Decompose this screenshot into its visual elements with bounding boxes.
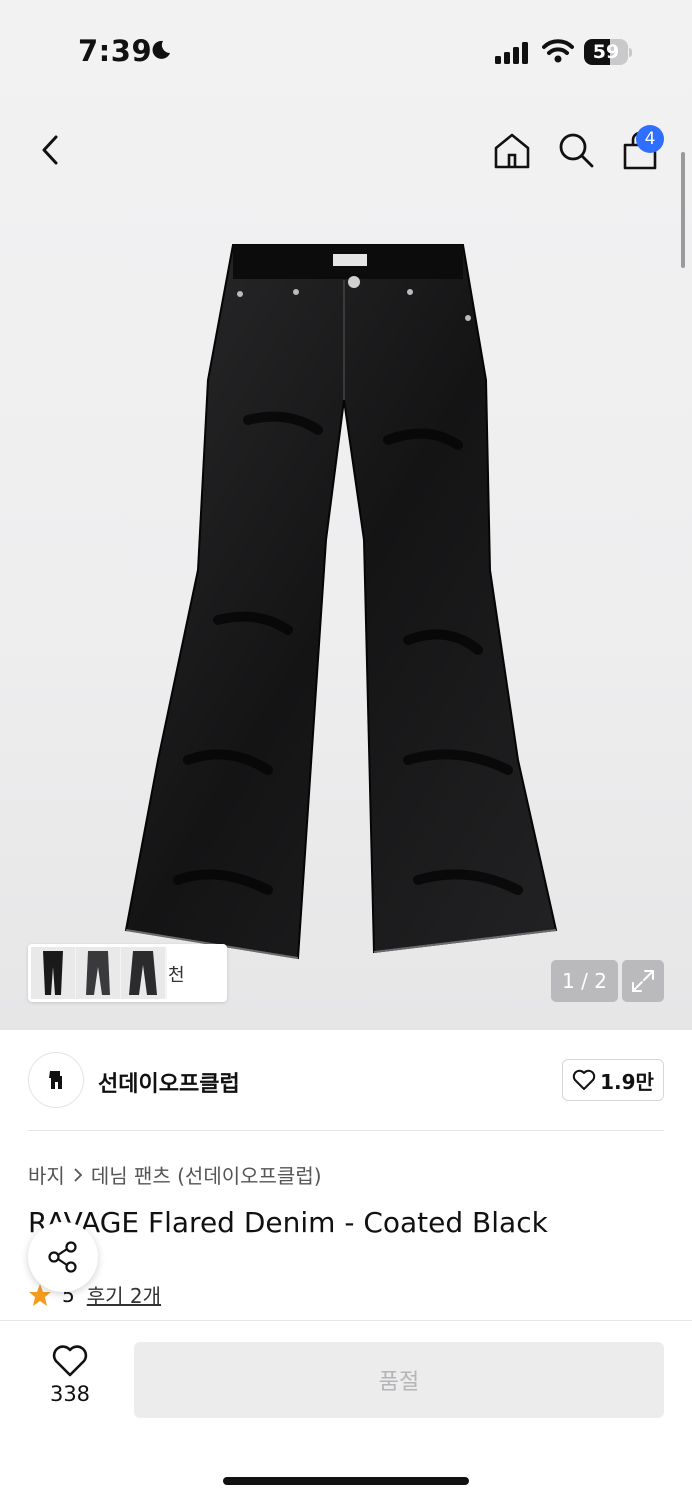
wishlist-button[interactable]: 338: [30, 1344, 110, 1416]
home-indicator: [223, 1477, 469, 1485]
heart-icon: [52, 1345, 88, 1377]
breadcrumb-item-subcategory[interactable]: 데님 팬츠 (선데이오프클럽): [91, 1160, 322, 1189]
share-icon: [48, 1241, 77, 1273]
similar-items-chip[interactable]: 천: [28, 944, 227, 1002]
signal-icon: [495, 42, 528, 64]
moon-icon: [152, 40, 170, 59]
scroll-indicator: [681, 152, 685, 268]
chevron-right-icon: [74, 1167, 83, 1182]
expand-image-button[interactable]: [622, 960, 664, 1002]
review-link[interactable]: 후기 2개: [87, 1280, 161, 1309]
breadcrumb-item-category[interactable]: 바지: [28, 1160, 65, 1189]
home-button[interactable]: [490, 128, 534, 172]
divider: [28, 1130, 664, 1131]
search-button[interactable]: [554, 128, 598, 172]
image-page-indicator: 1 / 2: [551, 960, 618, 1002]
similar-items-label: 천: [168, 965, 185, 986]
product-detail-screen: 7:39 59 4 천 1 / 2 선데이오프클럽 1.9만 바지 데님 팬츠 …: [0, 0, 692, 1500]
brand-logo[interactable]: [28, 1052, 84, 1108]
similar-thumbnail: [76, 947, 120, 999]
cart-count-badge: 4: [636, 125, 664, 153]
sold-out-button[interactable]: 품절: [134, 1342, 664, 1418]
similar-thumbnail: [121, 947, 165, 999]
brand-name[interactable]: 선데이오프클럽: [98, 1066, 240, 1098]
battery-icon: 59: [584, 39, 632, 65]
product-image: [124, 244, 558, 960]
breadcrumb: 바지 데님 팬츠 (선데이오프클럽): [28, 1160, 322, 1189]
heart-icon: [572, 1069, 596, 1090]
brand-like-button[interactable]: 1.9만: [562, 1059, 664, 1101]
search-icon: [559, 133, 594, 168]
home-icon: [494, 133, 530, 169]
wishlist-count: 338: [49, 1382, 91, 1406]
similar-thumbnails: [31, 947, 167, 999]
battery-level: 59: [592, 41, 620, 63]
status-time: 7:39: [78, 34, 153, 68]
expand-icon: [632, 970, 654, 992]
similar-thumbnail: [31, 947, 75, 999]
product-title: RAVAGE Flared Denim - Coated Black: [28, 1206, 548, 1239]
share-button[interactable]: [28, 1222, 98, 1292]
back-icon: [42, 135, 58, 165]
back-button[interactable]: [28, 128, 72, 172]
brand-logo-icon: [49, 1071, 62, 1089]
brand-like-count: 1.9만: [600, 1069, 654, 1094]
wifi-icon: [542, 39, 574, 63]
